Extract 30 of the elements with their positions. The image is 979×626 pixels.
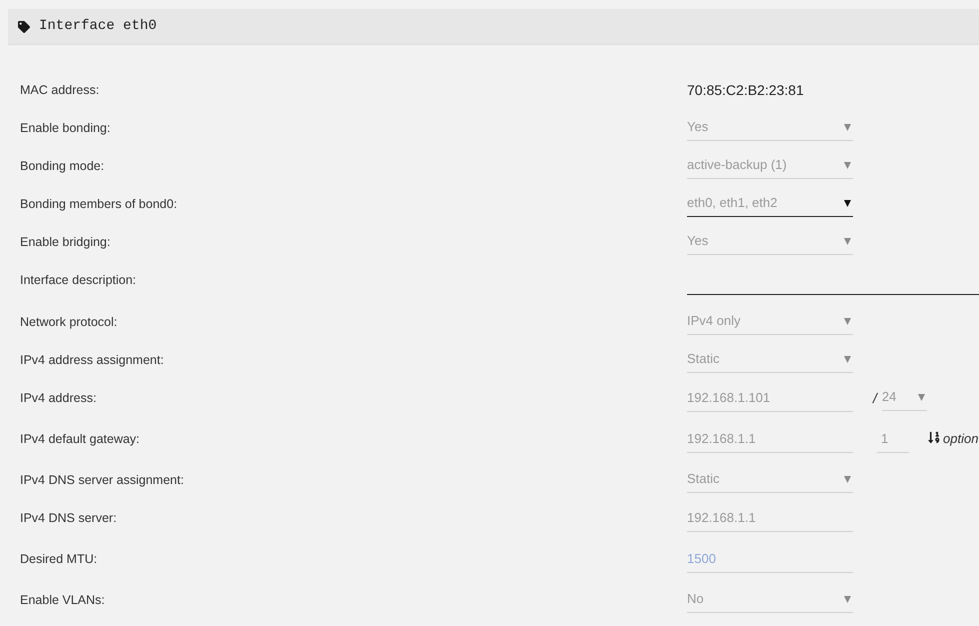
tag-icon [18, 20, 30, 32]
caret-icon [844, 200, 851, 206]
field-label: Bonding members of bond0: [20, 196, 178, 213]
field-label: IPv4 address assignment: [20, 352, 165, 369]
field-label: IPv4 DNS server: [20, 510, 118, 527]
field-label: Enable bridging: [20, 234, 112, 251]
field-label: Interface description: [20, 272, 138, 289]
field-label: Enable VLANs: [20, 592, 106, 609]
metric-note: option [943, 430, 978, 448]
caret-icon [844, 238, 851, 244]
caret-icon [844, 124, 851, 130]
field-label: Enable bonding: [20, 120, 112, 137]
field-label: Network protocol: [20, 314, 118, 331]
caret-icon [844, 162, 851, 168]
mac-address-value: 70:85:C2:B2:23:81 [687, 81, 804, 100]
caret-icon [844, 318, 851, 324]
section-title: Interface eth0 [39, 17, 157, 36]
caret-icon [844, 476, 851, 482]
field-label: IPv4 address: [20, 390, 98, 407]
slash-separator: / [873, 389, 877, 408]
field-label: IPv4 DNS server assignment: [20, 472, 185, 489]
field-label: Bonding mode: [20, 158, 106, 175]
field-label: MAC address: [20, 82, 100, 99]
caret-icon [844, 596, 851, 602]
select-field[interactable]: eth0, eth1, eth2 [687, 190, 853, 217]
sort-numbers-icon [928, 431, 940, 444]
caret-icon [844, 356, 851, 362]
caret-icon [918, 394, 925, 400]
field-label: Desired MTU: [20, 551, 98, 568]
field-label: IPv4 default gateway: [20, 431, 141, 448]
